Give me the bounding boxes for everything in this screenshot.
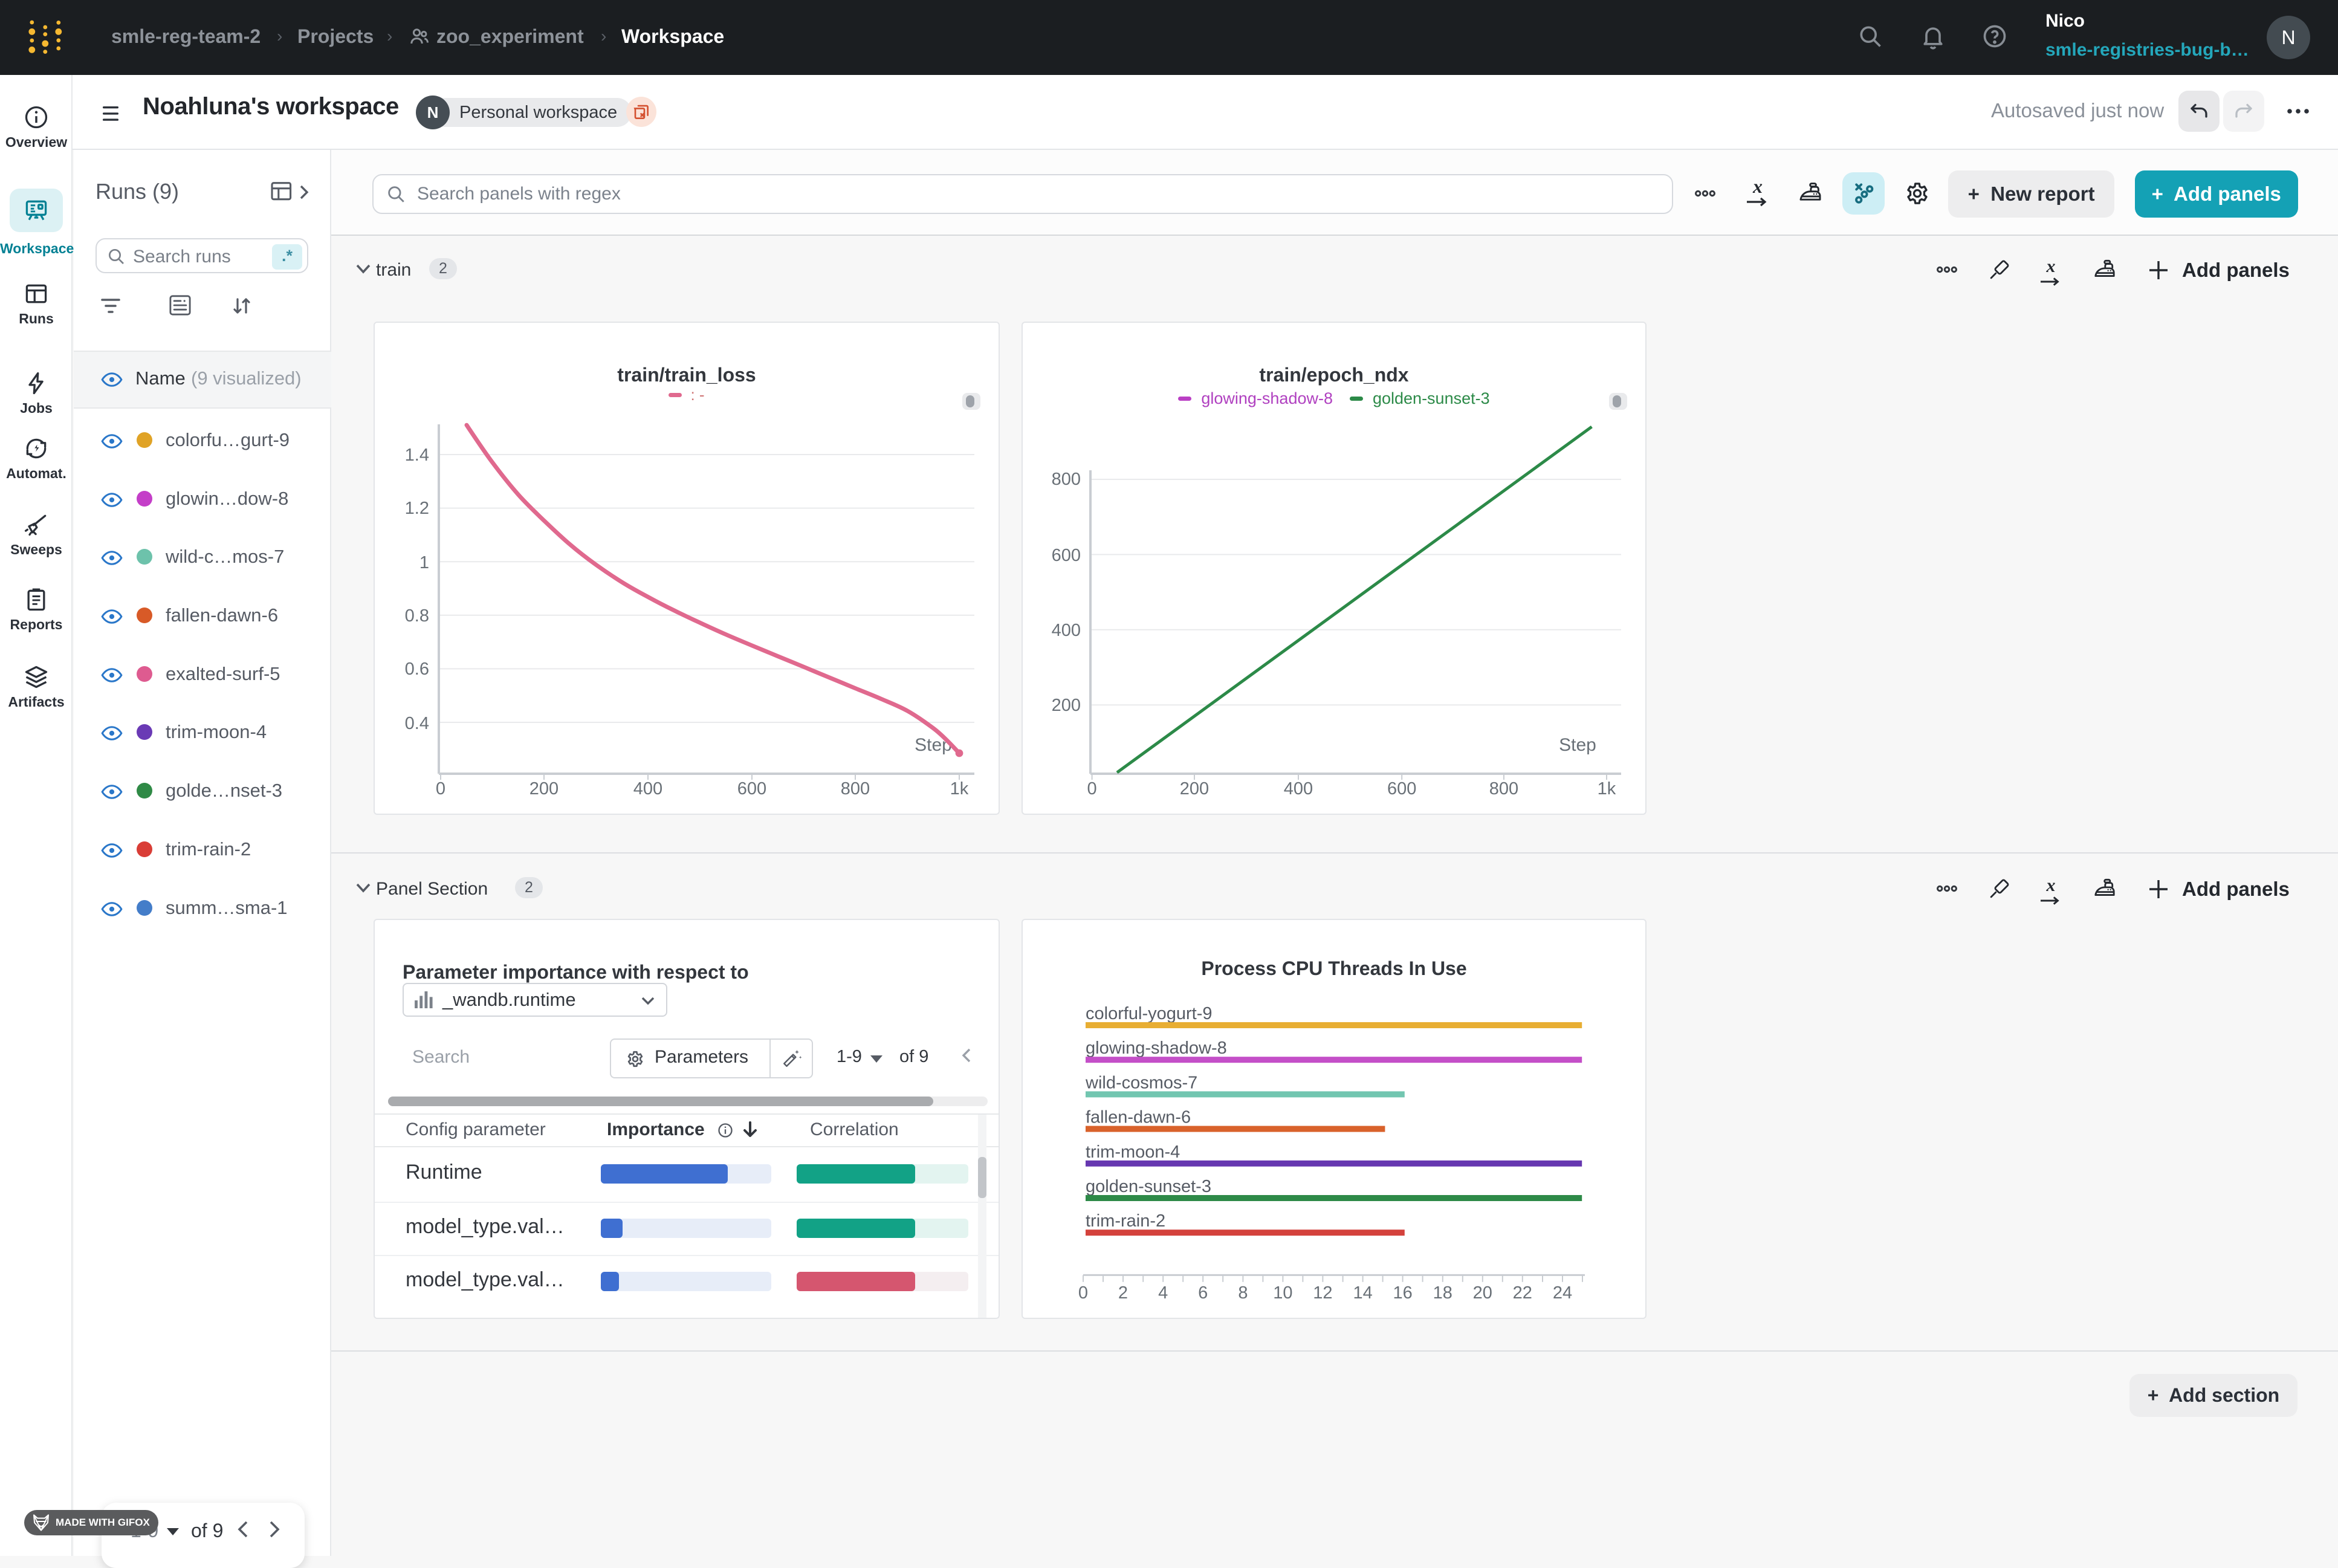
svg-text:0: 0 [1078, 1283, 1088, 1303]
svg-text:200: 200 [1180, 779, 1209, 799]
svg-text:400: 400 [1052, 621, 1081, 640]
svg-text:22: 22 [1513, 1283, 1532, 1303]
svg-text:8: 8 [1238, 1283, 1248, 1303]
svg-text:0: 0 [1087, 779, 1097, 799]
svg-text:12: 12 [1313, 1283, 1332, 1303]
svg-text:16: 16 [1393, 1283, 1412, 1303]
svg-text:1.4: 1.4 [405, 445, 429, 465]
svg-text:200: 200 [1052, 696, 1081, 715]
svg-text:600: 600 [737, 779, 766, 799]
svg-text:golden-sunset-3: golden-sunset-3 [1086, 1177, 1211, 1196]
svg-text:600: 600 [1387, 779, 1416, 799]
svg-text:wild-cosmos-7: wild-cosmos-7 [1085, 1073, 1197, 1092]
svg-text:20: 20 [1473, 1283, 1492, 1303]
svg-text:14: 14 [1353, 1283, 1372, 1303]
svg-text:glowing-shadow-8: glowing-shadow-8 [1086, 1038, 1227, 1058]
svg-text:trim-moon-4: trim-moon-4 [1086, 1142, 1180, 1162]
svg-text:18: 18 [1433, 1283, 1452, 1303]
svg-text:800: 800 [841, 779, 870, 799]
svg-text:6: 6 [1198, 1283, 1208, 1303]
svg-text:fallen-dawn-6: fallen-dawn-6 [1086, 1108, 1191, 1127]
svg-text:800: 800 [1052, 470, 1081, 489]
svg-text:400: 400 [633, 779, 662, 799]
svg-text:1k: 1k [1598, 779, 1616, 799]
svg-text:0: 0 [436, 779, 445, 799]
svg-text:400: 400 [1284, 779, 1313, 799]
svg-text:1.2: 1.2 [405, 499, 429, 518]
svg-text:trim-rain-2: trim-rain-2 [1086, 1211, 1165, 1231]
svg-text:colorful-yogurt-9: colorful-yogurt-9 [1086, 1004, 1213, 1023]
svg-text:Step: Step [1559, 735, 1596, 755]
svg-text:200: 200 [529, 779, 559, 799]
svg-text:0.6: 0.6 [405, 659, 429, 679]
svg-text:600: 600 [1052, 546, 1081, 565]
svg-text:0.4: 0.4 [405, 714, 429, 733]
svg-text:2: 2 [1118, 1283, 1128, 1303]
svg-text:10: 10 [1273, 1283, 1292, 1303]
svg-text:800: 800 [1489, 779, 1518, 799]
svg-text:1: 1 [419, 553, 429, 572]
svg-text:4: 4 [1158, 1283, 1168, 1303]
svg-text:0.8: 0.8 [405, 606, 429, 626]
svg-text:24: 24 [1553, 1283, 1572, 1303]
svg-text:1k: 1k [950, 779, 969, 799]
